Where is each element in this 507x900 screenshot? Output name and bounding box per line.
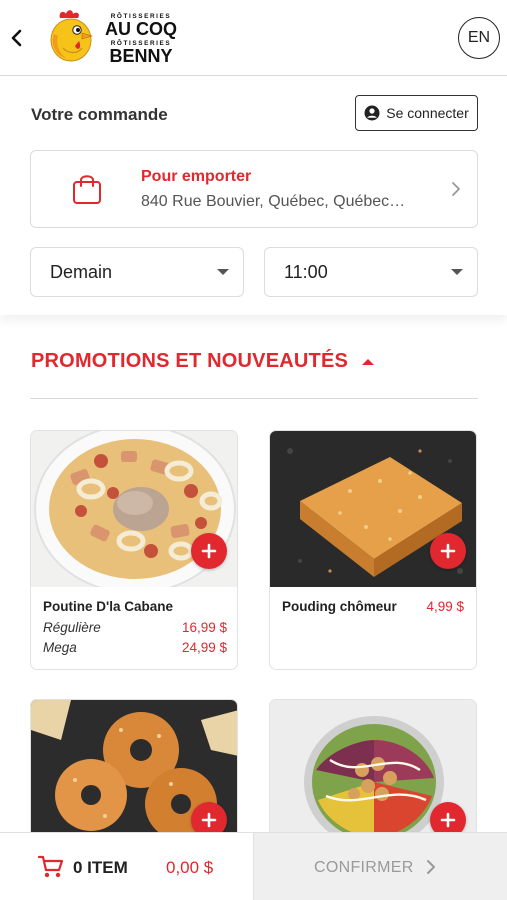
login-label: Se connecter <box>386 105 469 121</box>
section-title: PROMOTIONS ET NOUVEAUTÉS <box>31 350 349 372</box>
brand-logo[interactable]: RÔTISSERIES AU COQ RÔTISSERIES BENNY <box>46 8 188 66</box>
login-button[interactable]: Se connecter <box>355 95 478 131</box>
cart-total: 0,00 $ <box>166 858 214 877</box>
cart-bottom-bar: 0 ITEM 0,00 $ CONFIRMER <box>0 832 507 900</box>
pickup-mode-title: Pour emporter <box>141 168 252 185</box>
user-circle-icon <box>364 105 380 121</box>
pickup-card[interactable]: Pour emporter 840 Rue Bouvier, Québec, Q… <box>30 150 478 228</box>
plus-icon <box>201 812 217 828</box>
add-to-cart-button[interactable] <box>191 533 227 569</box>
top-bar: RÔTISSERIES AU COQ RÔTISSERIES BENNY EN <box>0 0 507 76</box>
product-name: Pouding chômeur <box>282 599 397 614</box>
caret-down-icon <box>451 269 463 275</box>
add-to-cart-button[interactable] <box>430 533 466 569</box>
day-select[interactable]: Demain <box>30 247 244 297</box>
plus-icon <box>201 543 217 559</box>
cart-item-count: 0 ITEM <box>73 858 128 877</box>
shopping-bag-icon <box>73 175 101 204</box>
confirm-button[interactable]: CONFIRMER <box>253 833 507 900</box>
option-label: Mega <box>43 640 77 655</box>
confirm-label: CONFIRMER <box>314 859 414 876</box>
language-toggle-button[interactable]: EN <box>458 17 500 59</box>
option-price: 24,99 $ <box>181 640 227 655</box>
product-option-row: Régulière 16,99 $ <box>43 620 227 635</box>
chevron-left-icon <box>11 29 22 47</box>
time-select[interactable]: 11:00 <box>264 247 478 297</box>
option-label: Régulière <box>43 620 101 635</box>
product-option-row: Mega 24,99 $ <box>43 640 227 655</box>
caret-up-icon <box>362 358 375 365</box>
time-select-value: 11:00 <box>284 261 328 282</box>
chevron-right-icon <box>427 860 435 874</box>
product-card-poutine[interactable]: Poutine D'la Cabane Régulière 16,99 $ Me… <box>30 430 238 670</box>
back-button[interactable] <box>6 24 28 52</box>
order-title: Votre commande <box>31 105 168 124</box>
plus-icon <box>440 812 456 828</box>
pickup-address: 840 Rue Bouvier, Québec, Québec… <box>141 193 406 210</box>
promotions-section-header[interactable]: PROMOTIONS ET NOUVEAUTÉS <box>31 350 375 373</box>
order-panel: Votre commande Se connecter Pour emporte… <box>0 77 507 315</box>
plus-icon <box>440 543 456 559</box>
svg-text:BENNY: BENNY <box>109 46 172 66</box>
section-divider <box>30 398 478 399</box>
shopping-cart-icon <box>38 855 64 878</box>
chevron-right-icon <box>452 182 460 196</box>
option-price: 16,99 $ <box>181 620 227 635</box>
product-name: Poutine D'la Cabane <box>43 599 173 614</box>
rooster-icon <box>50 10 94 62</box>
brand-wordmark: RÔTISSERIES AU COQ RÔTISSERIES BENNY <box>105 11 177 66</box>
product-price: 4,99 $ <box>426 599 464 614</box>
day-select-value: Demain <box>50 261 113 282</box>
product-card-pouding[interactable]: Pouding chômeur 4,99 $ <box>269 430 477 670</box>
svg-text:AU COQ: AU COQ <box>105 19 177 39</box>
caret-down-icon <box>217 269 229 275</box>
cart-summary[interactable]: 0 ITEM 0,00 $ <box>0 833 253 900</box>
